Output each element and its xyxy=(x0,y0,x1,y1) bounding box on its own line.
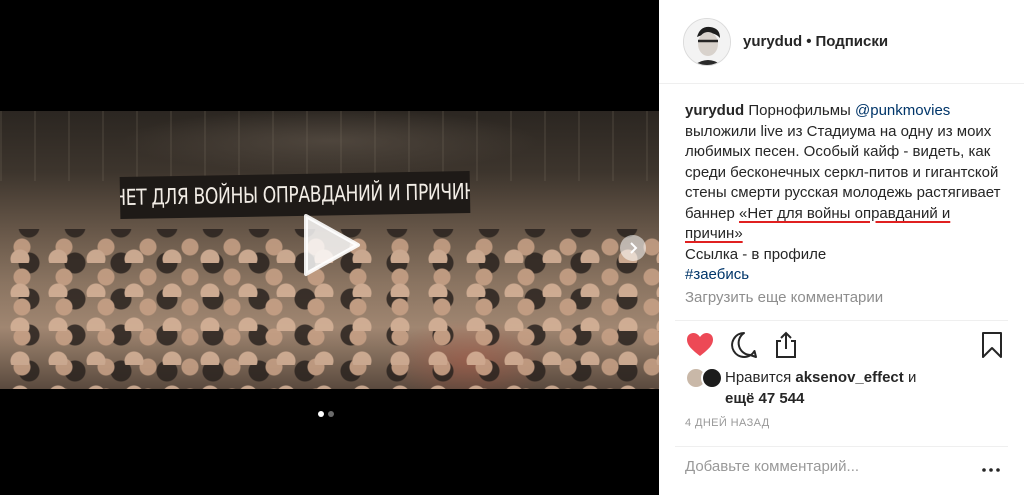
stadium-rafters xyxy=(0,111,659,181)
likes-prefix: Нравится xyxy=(725,369,792,386)
bookmark-icon[interactable] xyxy=(977,330,1007,360)
carousel-dot xyxy=(328,411,334,417)
comment-input[interactable] xyxy=(685,458,965,475)
likes-count[interactable]: ещё 47 544 xyxy=(685,388,985,409)
divider xyxy=(675,446,1008,447)
header-username[interactable]: yurydud xyxy=(743,33,802,50)
post-timestamp[interactable]: 4 ДНЕЙ НАЗАД xyxy=(685,417,770,429)
crowd-banner: Нет для войны оправданий и причин xyxy=(119,170,471,220)
avatar[interactable] xyxy=(683,17,731,66)
avatar-image xyxy=(684,18,730,65)
carousel-dot-active xyxy=(318,411,324,417)
post-media[interactable]: Нет для войны оправданий и причин xyxy=(0,0,659,495)
caption-username[interactable]: yurydud xyxy=(685,102,744,119)
caption-hashtag[interactable]: #заебись xyxy=(685,266,749,283)
caption-link-note: Ссылка - в профиле xyxy=(685,245,827,263)
header-text: yurydud • Подписки xyxy=(743,33,888,50)
comment-icon[interactable] xyxy=(729,330,759,360)
next-slide-button[interactable] xyxy=(620,235,646,261)
post-header: yurydud • Подписки xyxy=(659,0,1024,84)
avatar[interactable] xyxy=(701,367,723,389)
follow-status-button[interactable]: Подписки xyxy=(815,33,888,50)
comment-box xyxy=(685,458,1001,480)
chevron-right-icon xyxy=(630,242,638,254)
likes-conjunction: и xyxy=(907,369,917,386)
post-side-panel: yurydud • Подписки yurydud Порнофильмы @pu… xyxy=(659,0,1024,495)
post-actions xyxy=(685,330,1007,360)
play-icon[interactable] xyxy=(296,210,364,280)
more-icon[interactable] xyxy=(981,460,1001,480)
caption-mention[interactable]: @punkmovies xyxy=(855,102,950,119)
heart-icon[interactable] xyxy=(685,330,715,360)
load-more-comments-button[interactable]: Загрузить еще комментарии xyxy=(685,289,883,306)
divider xyxy=(675,320,1008,321)
post-caption: yurydud Порнофильмы @punkmovies выложили… xyxy=(685,101,1010,286)
likes-summary: Нравится aksenov_effect и ещё 47 544 xyxy=(685,367,985,409)
caption-text-1: Порнофильмы xyxy=(748,102,851,119)
banner-text: Нет для войны оправданий и причин xyxy=(119,179,471,211)
liker-avatars xyxy=(685,367,725,389)
carousel-indicator xyxy=(318,411,334,417)
header-separator: • xyxy=(806,33,812,50)
share-icon[interactable] xyxy=(771,330,801,360)
likes-user[interactable]: aksenov_effect xyxy=(795,369,903,386)
